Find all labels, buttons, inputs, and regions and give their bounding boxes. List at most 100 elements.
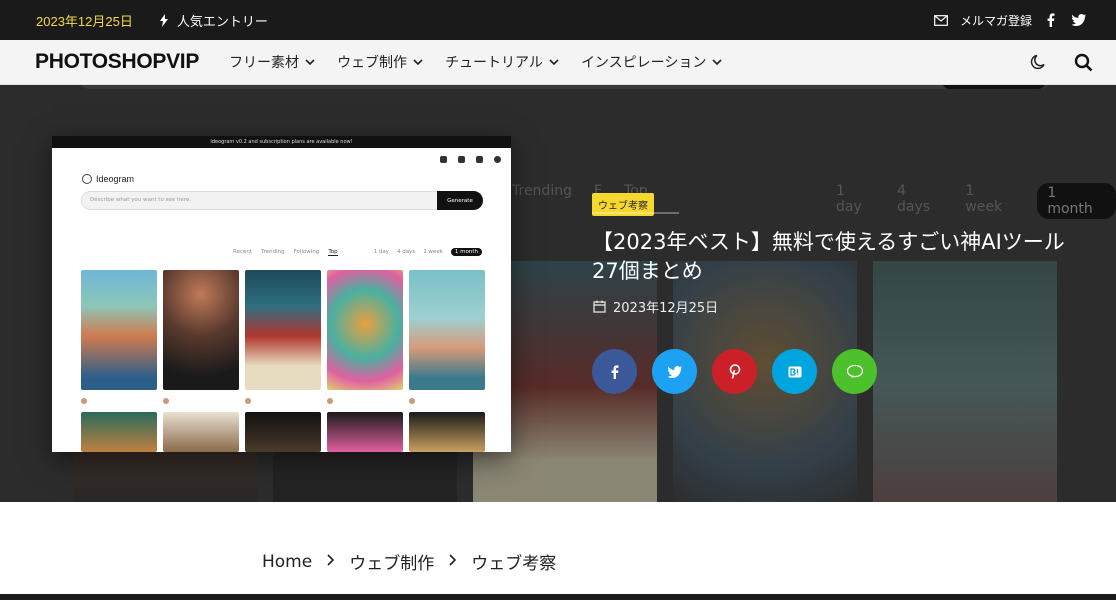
- menu-item-label: ウェブ制作: [337, 55, 408, 71]
- featured-image[interactable]: Ideogram v0.2 and subscription plans are…: [52, 136, 511, 452]
- article-date-text: 2023年12月25日: [613, 301, 719, 316]
- avatar: [245, 398, 251, 404]
- menu-item-label: フリー素材: [229, 55, 300, 71]
- facebook-share-button[interactable]: [592, 349, 637, 394]
- hatena-icon: [788, 366, 801, 377]
- screenshot-column: [327, 270, 403, 452]
- line-share-button[interactable]: [832, 349, 877, 394]
- screenshot-thumb: [327, 270, 403, 390]
- hero-blur-button: [942, 85, 1046, 89]
- facebook-icon[interactable]: [1042, 11, 1060, 29]
- screenshot-search: Describe what you want to see here. Gene…: [81, 191, 483, 210]
- screenshot-search-placeholder: Describe what you want to see here.: [90, 197, 192, 203]
- chevron-down-icon: [712, 59, 722, 66]
- moon-icon[interactable]: [1028, 51, 1050, 73]
- menu-item-tutorial[interactable]: チュートリアル: [445, 52, 559, 72]
- twitter-icon: [667, 365, 682, 378]
- nav-icons: [1028, 51, 1094, 73]
- share-buttons: [592, 349, 877, 394]
- home-icon: [440, 156, 447, 163]
- screenshot-meta: [245, 396, 321, 406]
- screenshot-banner: Ideogram v0.2 and subscription plans are…: [52, 136, 511, 148]
- avatar-icon: [494, 156, 501, 163]
- article-date: 2023年12月25日: [593, 297, 718, 316]
- background-tab: Trending: [512, 183, 572, 199]
- settings-icon: [476, 156, 483, 163]
- ideogram-logo-icon: [82, 174, 92, 184]
- site-logo[interactable]: PHOTOSHOPVIP: [35, 50, 199, 74]
- main-menu: フリー素材 ウェブ制作 チュートリアル インスピレーション: [229, 52, 1028, 72]
- screenshot-column: [245, 270, 321, 452]
- screenshot-icons: [440, 156, 501, 163]
- avatar: [409, 398, 415, 404]
- background-image: [873, 261, 1057, 502]
- menu-item-web-production[interactable]: ウェブ制作: [337, 52, 423, 72]
- bolt-icon: [159, 13, 168, 27]
- menu-item-free-materials[interactable]: フリー素材: [229, 52, 315, 72]
- screenshot-thumb: [81, 412, 157, 452]
- screenshot-tab: Recent: [233, 249, 253, 255]
- chevron-down-icon: [413, 59, 423, 66]
- chevron-down-icon: [549, 59, 559, 66]
- pinterest-share-button[interactable]: [712, 349, 757, 394]
- screenshot-tab: Trending: [261, 249, 285, 255]
- screenshot-thumb: [327, 412, 403, 452]
- screenshot-meta: [409, 396, 485, 406]
- menu-item-inspiration[interactable]: インスピレーション: [581, 52, 722, 72]
- twitter-share-button[interactable]: [652, 349, 697, 394]
- search-icon[interactable]: [1072, 51, 1094, 73]
- top-bar: 2023年12月25日 人気エントリー メルマガ登録: [0, 0, 1116, 40]
- screenshot-times: 1 day 4 days 1 week 1 month: [374, 248, 482, 256]
- screenshot-thumb: [163, 270, 239, 390]
- background-times: 1 day 4 days 1 week 1 month: [836, 183, 1116, 219]
- background-time: 1 month: [1037, 183, 1116, 219]
- chevron-right-icon: [326, 553, 335, 570]
- screenshot-thumb: [81, 270, 157, 390]
- screenshot-column: [163, 270, 239, 452]
- screenshot-logo: Ideogram: [82, 174, 134, 184]
- category-underline: [592, 212, 679, 214]
- background-time: 1 day: [836, 183, 862, 215]
- screenshot-meta: [327, 396, 403, 406]
- breadcrumb-home[interactable]: Home: [262, 552, 312, 572]
- screenshot-thumb: [409, 412, 485, 452]
- twitter-icon[interactable]: [1070, 11, 1088, 29]
- popular-entries-label: 人気エントリー: [176, 14, 268, 30]
- menu-item-label: インスピレーション: [580, 55, 707, 71]
- main-nav: PHOTOSHOPVIP フリー素材 ウェブ制作 チュートリアル インスピレーシ…: [0, 40, 1116, 85]
- breadcrumb-web-production[interactable]: ウェブ制作: [349, 549, 434, 574]
- breadcrumb-web-consideration[interactable]: ウェブ考察: [471, 549, 556, 574]
- bottom-divider: [0, 594, 1116, 600]
- breadcrumb: Home ウェブ制作 ウェブ考察: [262, 549, 556, 575]
- avatar: [163, 398, 169, 404]
- chevron-right-icon: [448, 553, 457, 570]
- screenshot-grid: [81, 270, 485, 452]
- popular-entries-link[interactable]: 人気エントリー: [159, 11, 268, 30]
- screenshot-time: 1 month: [450, 248, 482, 256]
- screenshot-time: 4 days: [396, 249, 416, 255]
- screenshot-tab: Following: [293, 249, 320, 255]
- screenshot-logo-text: Ideogram: [96, 174, 135, 184]
- screenshot-tabs: Recent Trending Following Top: [233, 249, 338, 256]
- hero-section: Trending F Top 1 day 4 days 1 week 1 mon…: [0, 85, 1116, 502]
- newsletter-link[interactable]: メルマガ登録: [960, 12, 1032, 29]
- menu-item-label: チュートリアル: [445, 55, 543, 71]
- screenshot-thumb: [245, 412, 321, 452]
- pinterest-icon: [729, 364, 740, 379]
- current-date: 2023年12月25日: [36, 13, 133, 29]
- screenshot-column: [81, 270, 157, 452]
- mail-icon: [932, 11, 950, 29]
- chevron-down-icon: [305, 59, 315, 66]
- avatar: [327, 398, 333, 404]
- facebook-icon: [611, 364, 618, 379]
- hero-blur-bar: [80, 85, 1050, 89]
- screenshot-thumb: [245, 270, 321, 390]
- top-bar-left: 2023年12月25日 人気エントリー: [36, 11, 268, 30]
- article-title[interactable]: 【2023年ベスト】無料で使えるすごい神AIツール27個まとめ: [592, 228, 1072, 286]
- screenshot-column: [409, 270, 485, 452]
- screenshot-thumb: [409, 270, 485, 390]
- bell-icon: [458, 156, 465, 163]
- screenshot-thumb: [163, 412, 239, 452]
- hatena-share-button[interactable]: [772, 349, 817, 394]
- screenshot-tab: Top: [328, 249, 338, 256]
